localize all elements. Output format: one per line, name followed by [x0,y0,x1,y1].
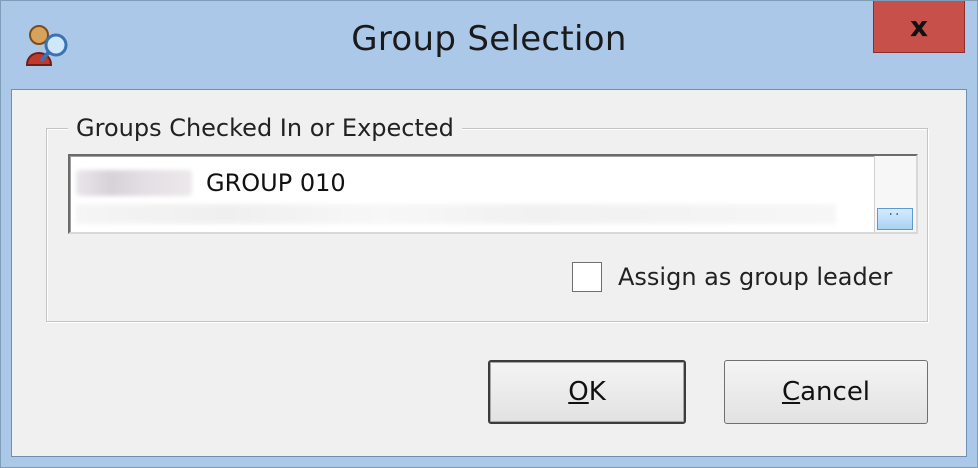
close-button[interactable]: x [873,1,965,53]
window-title: Group Selection [351,19,627,59]
cancel-mnemonic: C [781,377,801,407]
groups-listbox[interactable]: GROUP 010 ·· [68,154,918,234]
scrollbar-thumb[interactable]: ·· [877,208,913,230]
dialog-window: Group Selection x Groups Checked In or E… [0,0,978,468]
assign-leader-label: Assign as group leader [618,263,893,291]
cancel-label-rest: ancel [800,377,871,407]
ok-button[interactable]: OK [488,360,686,424]
assign-leader-option[interactable]: Assign as group leader [572,262,892,292]
listbox-scrollbar[interactable]: ·· [874,156,916,232]
close-icon: x [909,10,929,43]
dialog-client-area: Groups Checked In or Expected GROUP 010 … [11,89,967,457]
redacted-list-row [76,204,836,224]
group-name: GROUP 010 [206,169,346,197]
list-item[interactable]: GROUP 010 [76,166,346,200]
title-bar[interactable]: Group Selection x [1,1,977,89]
ok-mnemonic: O [568,377,589,407]
assign-leader-checkbox[interactable] [572,262,602,292]
redacted-group-code [76,170,192,196]
cancel-button[interactable]: Cancel [724,360,928,424]
groups-groupbox-legend: Groups Checked In or Expected [68,114,462,142]
ok-label-rest: K [588,377,606,407]
